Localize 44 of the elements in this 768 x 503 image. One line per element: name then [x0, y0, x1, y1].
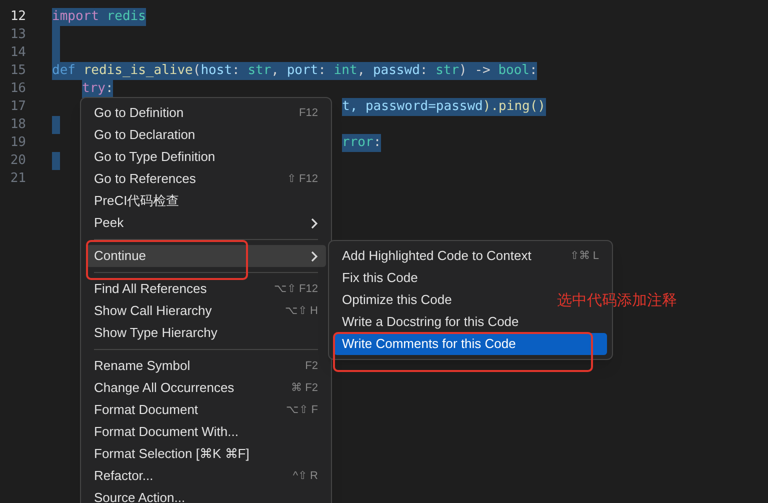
chevron-right-icon — [311, 218, 318, 228]
menu-item[interactable]: Show Call Hierarchy ⌥⇧ H — [86, 300, 326, 322]
menu-item[interactable]: Optimize this Code — [334, 289, 460, 311]
shortcut-label: ⇧ F12 — [286, 172, 318, 187]
menu-item[interactable]: Go to Type Definition — [86, 146, 326, 168]
shortcut-label: ⇧⌘ L — [570, 248, 599, 264]
menu-item[interactable]: Go to Declaration — [86, 124, 326, 146]
menu-item[interactable]: Source Action... — [86, 487, 326, 503]
menu-item[interactable]: Format Document With... — [86, 421, 326, 443]
shortcut-label: ⌥⇧ F — [286, 402, 318, 418]
line-number: 17 — [9, 98, 26, 116]
menu-item[interactable]: Write Comments for this Code — [334, 333, 607, 355]
menu-item[interactable]: Continue — [86, 245, 326, 267]
menu-item[interactable]: Go to Definition F12 — [86, 102, 326, 124]
shortcut-label: ^⇧ R — [292, 468, 318, 484]
menu-item[interactable]: Write a Docstring for this Code — [334, 311, 527, 333]
line-number: 20 — [9, 152, 26, 170]
line-number: 19 — [9, 134, 26, 152]
line-number: 15 — [9, 62, 26, 80]
menu-item[interactable]: Refactor... ^⇧ R — [86, 465, 326, 487]
annotation-note: 选中代码添加注释 — [557, 291, 677, 311]
menu-item[interactable]: Find All References ⌥⇧ F12 — [86, 278, 326, 300]
menu-item[interactable]: Show Type Hierarchy — [86, 322, 326, 344]
menu-item[interactable]: PreCI代码检查 — [86, 190, 326, 212]
menu-item[interactable]: Add Highlighted Code to Context ⇧⌘ L — [334, 245, 607, 267]
line-number: 14 — [9, 44, 26, 62]
shortcut-label: ⌥⇧ H — [285, 304, 318, 319]
chevron-right-icon — [311, 250, 318, 262]
menu-item[interactable]: Format Document ⌥⇧ F — [86, 399, 326, 421]
shortcut-label: F2 — [305, 358, 318, 374]
shortcut-label: ⌘ F2 — [291, 380, 318, 396]
line-number: 21 — [9, 170, 26, 188]
shortcut-label: F12 — [299, 106, 318, 121]
line-number: 16 — [9, 80, 26, 98]
menu-item[interactable]: Go to References ⇧ F12 — [86, 168, 326, 190]
line-number: 13 — [9, 26, 26, 44]
menu-item[interactable]: Format Selection [⌘K ⌘F] — [86, 443, 326, 465]
menu-item[interactable]: Change All Occurrences ⌘ F2 — [86, 377, 326, 399]
shortcut-label: ⌥⇧ F12 — [274, 282, 318, 297]
menu-item[interactable]: Fix this Code — [334, 267, 426, 289]
line-number: 12 — [9, 8, 26, 26]
menu-item[interactable]: Rename Symbol F2 — [86, 355, 326, 377]
menu-item[interactable]: Peek — [86, 212, 326, 234]
line-number: 18 — [9, 116, 26, 134]
